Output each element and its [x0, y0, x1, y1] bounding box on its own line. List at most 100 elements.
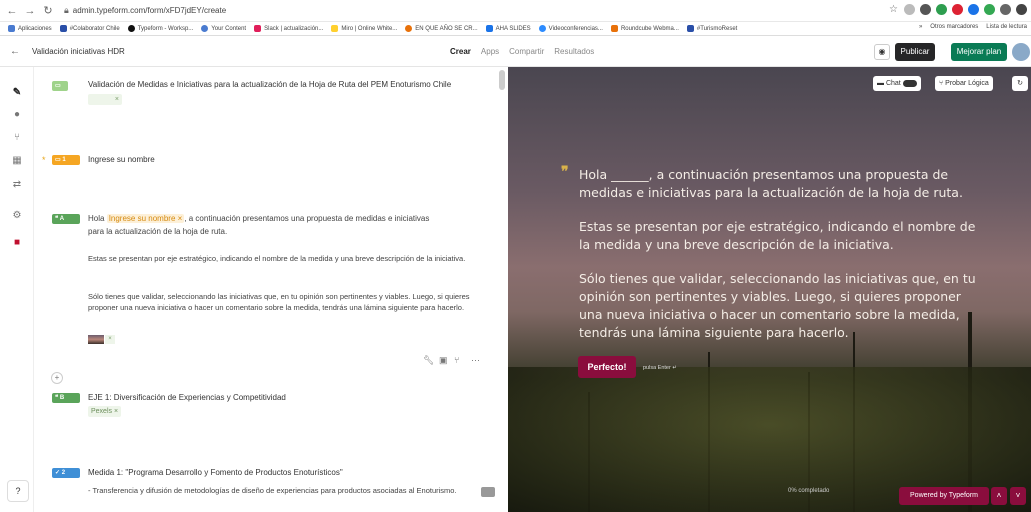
- publish-button[interactable]: Publicar: [895, 43, 935, 61]
- zoom-icon: [538, 25, 546, 32]
- image-thumbnail[interactable]: [88, 335, 104, 344]
- extension-icon[interactable]: [952, 4, 963, 15]
- star-icon[interactable]: ☆: [888, 4, 899, 15]
- test-logic-button[interactable]: ⑂ Probar Lógica: [935, 76, 993, 91]
- bookmark-icon: [201, 25, 209, 32]
- multiple-choice-badge[interactable]: ✓ 2: [52, 468, 80, 478]
- question-description[interactable]: - Transferencia y difusión de metodologí…: [88, 485, 468, 496]
- avatar[interactable]: [1012, 43, 1030, 61]
- image-icon[interactable]: ▣: [439, 355, 448, 366]
- bookmark-icon: [59, 25, 67, 32]
- miro-icon: [331, 25, 339, 32]
- integration-icon[interactable]: ⇄: [11, 179, 23, 191]
- statement-badge[interactable]: ❝ B: [52, 393, 80, 403]
- recall-chip[interactable]: Ingrese su nombre ×: [106, 214, 185, 223]
- logic-jump-icon[interactable]: ⑂: [11, 132, 23, 144]
- bookmark-item[interactable]: #TurismoReset: [686, 25, 737, 32]
- bookmark-item[interactable]: Miro | Online White...: [331, 25, 397, 32]
- preview-paragraph: Sólo tienes que validar, seleccionando l…: [579, 271, 976, 340]
- bookmark-item[interactable]: Videoconferencias...: [538, 25, 603, 32]
- upgrade-button[interactable]: Mejorar plan: [951, 43, 1007, 61]
- forward-arrow-icon[interactable]: →: [24, 5, 36, 17]
- profile-avatar[interactable]: [1016, 4, 1027, 15]
- statement-badge[interactable]: ❝ A: [52, 214, 80, 224]
- logic-icon[interactable]: ⑂: [454, 355, 459, 365]
- question-title[interactable]: Ingrese su nombre: [88, 154, 155, 166]
- chevron-down-icon[interactable]: ˅: [1010, 487, 1026, 505]
- image-chip[interactable]: Pexels ×: [88, 406, 122, 417]
- bookmark-item[interactable]: #Colaborator Chile: [59, 25, 120, 32]
- bookmark-item[interactable]: AHA SLIDES: [485, 25, 531, 32]
- bookmark-item[interactable]: Typeform - Worksp...: [127, 25, 193, 32]
- header-tabs: Crear Apps Compartir Resultados: [450, 47, 594, 56]
- chevron-up-icon[interactable]: ˄: [991, 487, 1007, 505]
- question-title[interactable]: Medida 1: "Programa Desarrollo y Fomento…: [88, 467, 343, 479]
- check-icon: ✓: [55, 470, 62, 476]
- back-arrow-icon[interactable]: ←: [6, 5, 18, 17]
- extension-icon[interactable]: [904, 4, 915, 15]
- extension-icon[interactable]: [984, 4, 995, 15]
- add-question-button[interactable]: +: [51, 372, 63, 384]
- scrollbar[interactable]: [499, 70, 505, 90]
- keyboard-icon[interactable]: [481, 487, 495, 497]
- progress-text: 0% completado: [788, 488, 830, 494]
- calculator-icon[interactable]: ▦: [11, 155, 23, 167]
- extension-icon[interactable]: [968, 4, 979, 15]
- welcome-badge[interactable]: ▭: [52, 81, 68, 91]
- wrench-icon[interactable]: 🔧︎: [423, 355, 434, 366]
- bookmark-item[interactable]: Roundcube Webma...: [610, 25, 679, 32]
- bookmark-item[interactable]: EN QUE AÑO SE CR...: [405, 25, 478, 32]
- remove-image-icon[interactable]: ×: [105, 335, 115, 344]
- tab-results[interactable]: Resultados: [554, 47, 594, 56]
- reload-icon[interactable]: ↻: [42, 4, 54, 17]
- bookmarks-right: » Otros marcadores Lista de lectura: [919, 24, 1027, 30]
- statement-paragraph[interactable]: Sólo tienes que validar, seleccionando l…: [88, 291, 483, 313]
- tab-share[interactable]: Compartir: [509, 47, 544, 56]
- pencil-icon[interactable]: ✎: [11, 87, 23, 99]
- bookmark-item[interactable]: Aplicaciones: [8, 25, 52, 32]
- other-bookmarks[interactable]: Otros marcadores: [930, 24, 978, 30]
- toggle-switch[interactable]: [902, 79, 917, 87]
- drop-icon[interactable]: ●: [11, 109, 23, 121]
- browser-toolbar: ← → ↻ 🔒︎ admin.typeform.com/form/xFD7jdE…: [0, 0, 1031, 22]
- chat-icon: ▬: [877, 80, 886, 87]
- image-chip[interactable]: ×: [88, 94, 122, 105]
- statement-text[interactable]: Hola Ingrese su nombre ×, a continuación…: [88, 212, 483, 238]
- chat-toggle[interactable]: ▬ Chat: [873, 76, 921, 91]
- bookmarks-bar: Aplicaciones #Colaborator Chile Typeform…: [0, 22, 1031, 36]
- tab-apps[interactable]: Apps: [481, 47, 499, 56]
- address-bar[interactable]: admin.typeform.com/form/xFD7jdEY/create: [73, 6, 226, 15]
- question-title[interactable]: EJE 1: Diversificación de Experiencias y…: [88, 392, 286, 404]
- form-title[interactable]: Validación iniciativas HDR: [32, 47, 125, 56]
- lock-icon: 🔒︎: [64, 5, 69, 15]
- help-button[interactable]: ?: [7, 480, 29, 502]
- settings-icon[interactable]: ⚙: [11, 210, 23, 222]
- more-bookmarks-chevron[interactable]: »: [919, 24, 922, 30]
- form-preview: ▬ Chat ⑂ Probar Lógica ↻ ❞ Hola ______, …: [508, 67, 1031, 512]
- bookmark-icon: [127, 25, 135, 32]
- preview-eye-icon[interactable]: ◉: [874, 44, 890, 60]
- statement-paragraph[interactable]: Estas se presentan por eje estratégico, …: [88, 253, 483, 264]
- text-question-badge[interactable]: ▭ 1: [52, 155, 80, 165]
- bookmark-item[interactable]: Slack | actualización...: [254, 25, 323, 32]
- bookmark-item[interactable]: Your Content: [201, 25, 246, 32]
- continue-button[interactable]: Perfecto!: [578, 356, 636, 378]
- required-marker: *: [42, 155, 46, 165]
- extension-icon[interactable]: [936, 4, 947, 15]
- question-title[interactable]: Validación de Medidas e Iniciativas para…: [88, 79, 488, 91]
- reading-list[interactable]: Lista de lectura: [986, 24, 1027, 30]
- enter-hint: pulsa Enter ↵: [643, 365, 677, 371]
- back-arrow-icon[interactable]: ←: [10, 46, 20, 57]
- left-sidebar: ✎ ● ⑂ ▦ ⇄ ⚙ ■: [0, 67, 34, 512]
- roundcube-icon: [610, 25, 618, 32]
- bookmark-icon: [405, 25, 413, 32]
- lock-icon[interactable]: ■: [11, 237, 23, 249]
- puzzle-icon[interactable]: [1000, 4, 1011, 15]
- extension-icon[interactable]: [920, 4, 931, 15]
- app-header: ← Validación iniciativas HDR Crear Apps …: [0, 37, 1031, 67]
- refresh-icon[interactable]: ↻: [1012, 76, 1028, 91]
- powered-by-badge[interactable]: Powered by Typeform: [899, 487, 989, 505]
- more-icon[interactable]: ⋯: [471, 355, 480, 366]
- tab-create[interactable]: Crear: [450, 47, 471, 56]
- slack-icon: [254, 25, 262, 32]
